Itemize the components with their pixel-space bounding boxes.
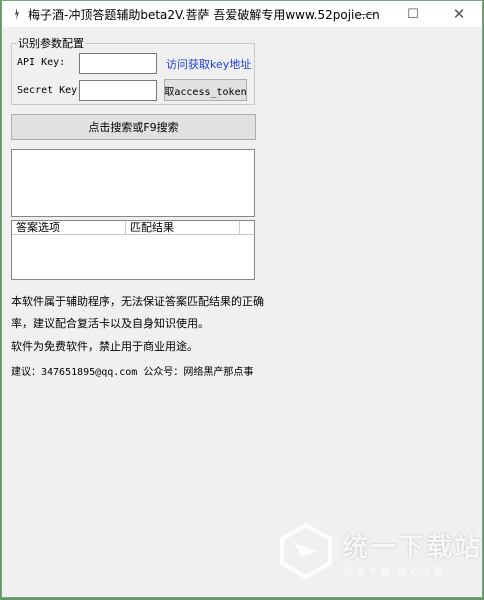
close-button[interactable]: ✕ xyxy=(436,1,482,27)
watermark: 统一下载站 绿色下载 放心下载 xyxy=(278,521,480,585)
result-list[interactable]: 答案选项 匹配结果 xyxy=(11,220,255,280)
api-key-label: API Key: xyxy=(17,57,66,68)
app-icon xyxy=(10,7,24,21)
minimize-button[interactable]: — xyxy=(344,1,390,27)
window-title: 梅子酒-冲顶答题辅助beta2V.菩萨 吾爱破解专用www.52pojie.cn xyxy=(28,8,380,22)
column-header-filler xyxy=(240,221,254,235)
disclaimer-line-2: 率，建议配合复活卡以及自身知识使用。 xyxy=(11,317,209,330)
maximize-button[interactable]: ☐ xyxy=(390,1,436,27)
group-legend: 识别参数配置 xyxy=(18,37,84,50)
secret-key-input[interactable] xyxy=(79,80,157,101)
question-textarea[interactable] xyxy=(11,149,255,217)
app-window: 梅子酒-冲顶答题辅助beta2V.菩萨 吾爱破解专用www.52pojie.cn… xyxy=(1,0,483,598)
search-button[interactable]: 点击搜索或F9搜索 xyxy=(11,114,256,140)
contact-info: 建议：347651895@qq.com 公众号：网络黑产那点事 xyxy=(11,367,254,378)
watermark-subtext: 绿色下载 放心下载 xyxy=(344,568,446,578)
watermark-logo-icon xyxy=(278,521,334,581)
api-key-input[interactable] xyxy=(79,53,157,74)
free-notice: 软件为免费软件，禁止用于商业用途。 xyxy=(11,340,198,353)
watermark-text: 统一下载站 xyxy=(342,533,483,563)
get-token-button[interactable]: 取access_token xyxy=(164,79,247,101)
column-header-match[interactable]: 匹配结果 xyxy=(126,221,240,235)
column-header-answer[interactable]: 答案选项 xyxy=(12,221,126,235)
disclaimer-line-1: 本软件属于辅助程序，无法保证答案匹配结果的正确 xyxy=(11,295,264,308)
get-key-link[interactable]: 访问获取key地址 xyxy=(166,56,251,72)
title-bar[interactable]: 梅子酒-冲顶答题辅助beta2V.菩萨 吾爱破解专用www.52pojie.cn… xyxy=(2,1,482,27)
secret-key-label: Secret Key: xyxy=(17,85,84,96)
